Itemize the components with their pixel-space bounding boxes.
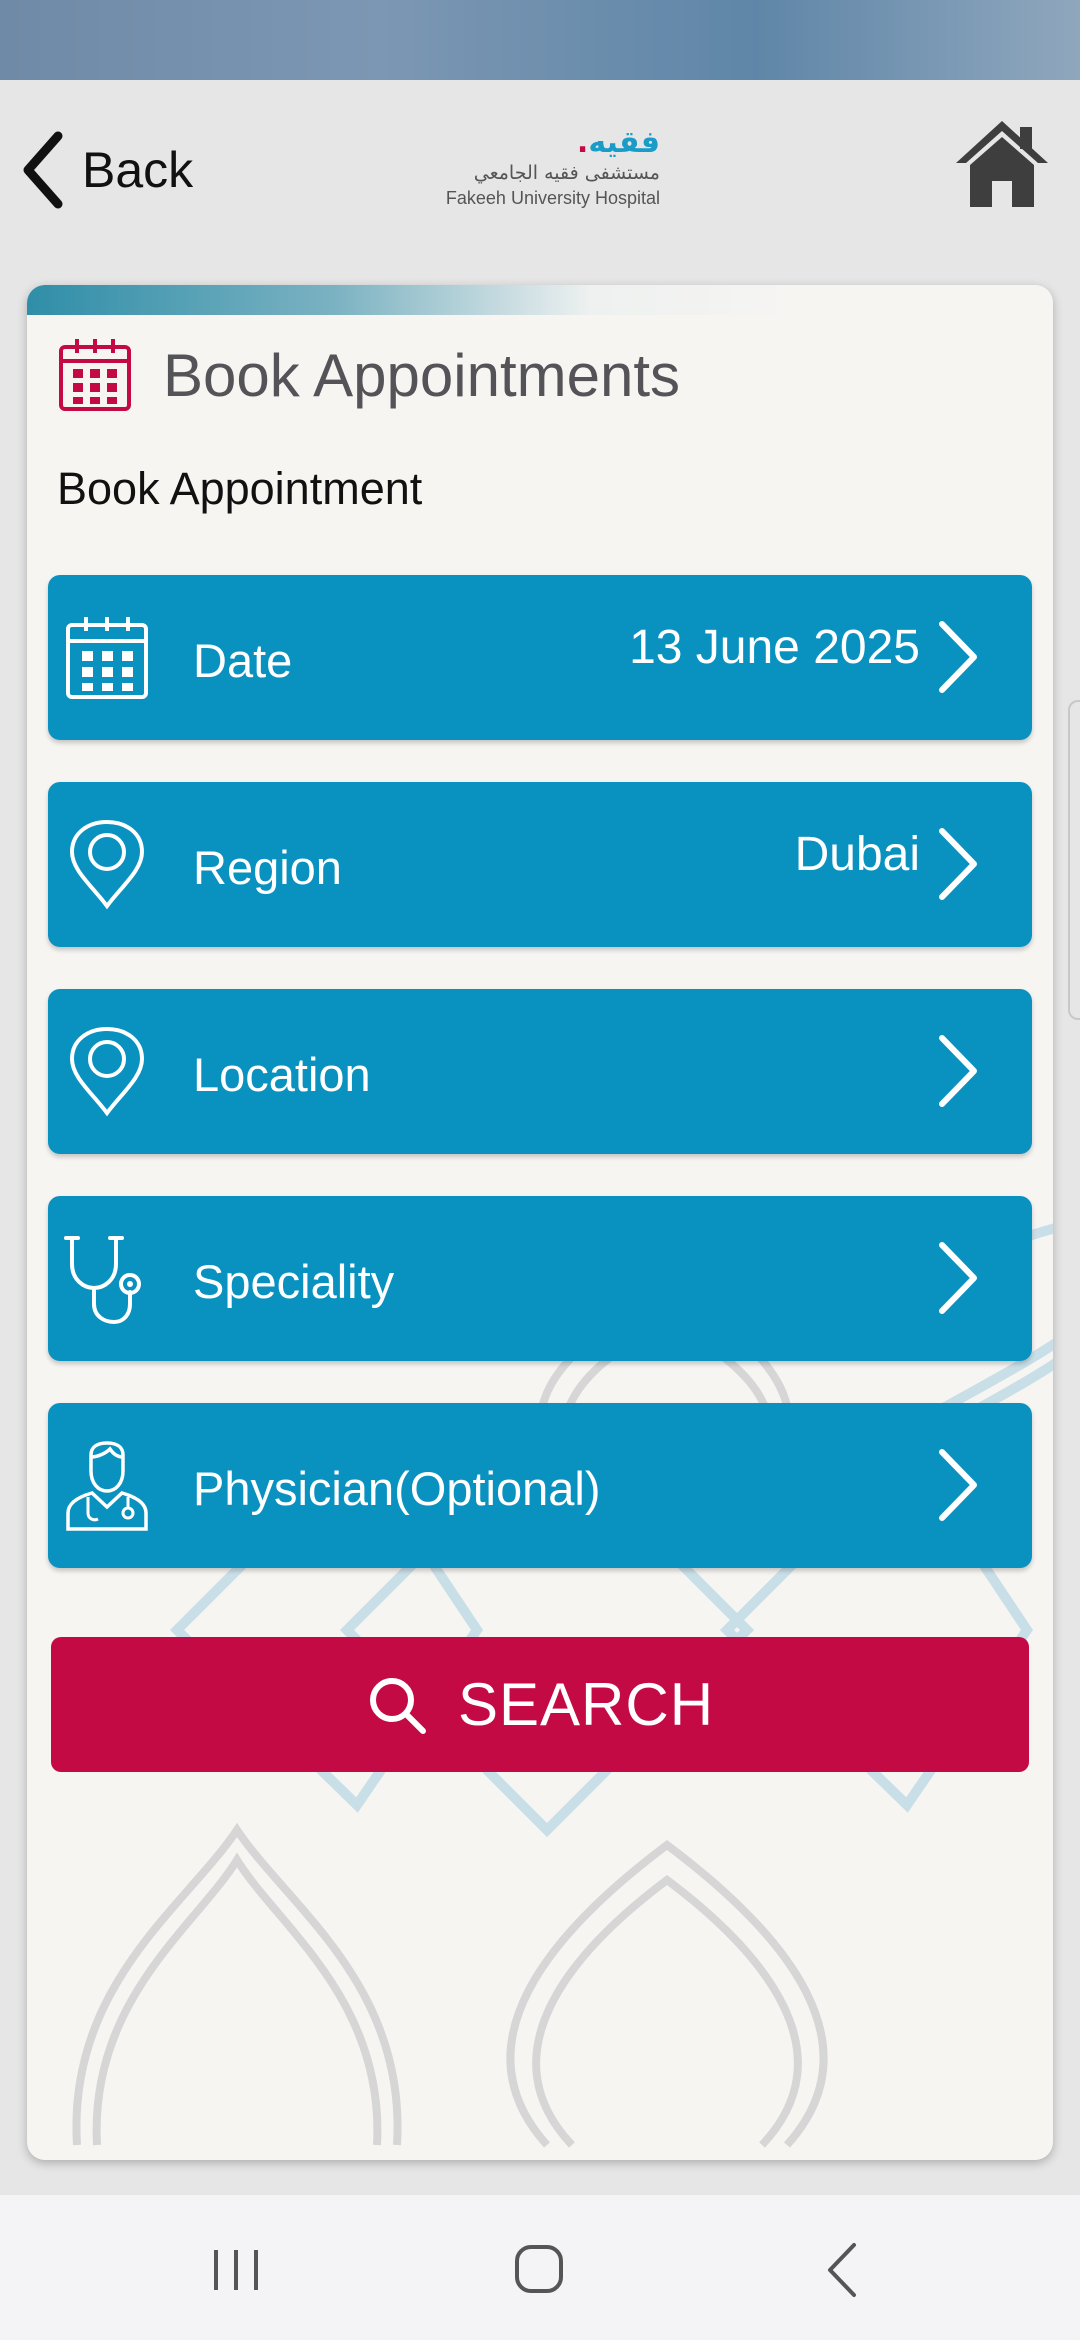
speciality-label: Speciality <box>193 1255 395 1308</box>
chevron-right-icon <box>939 621 977 693</box>
region-value: Dubai <box>794 828 920 881</box>
back-button[interactable]: Back <box>20 125 193 215</box>
logo-dot: . <box>576 125 589 160</box>
logo-brand-arabic: فقيه <box>588 125 660 160</box>
physician-selector[interactable]: Physician(Optional) <box>48 1403 1032 1568</box>
back-nav-icon[interactable] <box>802 2235 882 2305</box>
app-header: Back .فقيه مستشفى فقيه الجامعي Fakeeh Un… <box>0 80 1080 280</box>
chevron-right-icon <box>939 1035 977 1107</box>
search-icon <box>369 1677 426 1734</box>
search-button[interactable]: SEARCH <box>51 1637 1029 1772</box>
chevron-right-icon <box>939 828 977 900</box>
home-nav-icon[interactable] <box>498 2235 578 2305</box>
status-bar <box>0 0 1080 80</box>
location-label: Location <box>193 1048 371 1101</box>
location-pin-icon <box>69 1027 145 1117</box>
system-nav-bar <box>0 2195 1080 2340</box>
stethoscope-icon <box>64 1236 141 1324</box>
calendar-icon <box>66 617 148 699</box>
hospital-logo: .فقيه مستشفى فقيه الجامعي Fakeeh Univers… <box>430 118 660 218</box>
logo-name-english: Fakeeh University Hospital <box>445 188 660 208</box>
booking-card: Book Appointments Book Appointment Date … <box>27 285 1053 2160</box>
section-subtitle: Book Appointment <box>57 463 423 514</box>
scroll-handle[interactable] <box>1068 700 1080 1020</box>
back-chevron-icon <box>23 131 63 209</box>
doctor-icon <box>66 1441 148 1531</box>
logo-name-arabic: مستشفى فقيه الجامعي <box>473 162 660 184</box>
speciality-selector[interactable]: Speciality <box>48 1196 1032 1361</box>
back-label: Back <box>82 142 194 198</box>
region-selector[interactable]: Region Dubai <box>48 782 1032 947</box>
calendar-icon <box>59 339 131 411</box>
home-icon[interactable] <box>952 115 1052 215</box>
date-label: Date <box>193 634 293 687</box>
region-label: Region <box>193 841 342 894</box>
physician-label: Physician(Optional) <box>193 1462 601 1515</box>
search-label: SEARCH <box>457 1671 715 1738</box>
chevron-right-icon <box>939 1242 977 1314</box>
chevron-right-icon <box>939 1449 977 1521</box>
location-pin-icon <box>69 820 145 910</box>
location-selector[interactable]: Location <box>48 989 1032 1154</box>
page-title: Book Appointments <box>163 341 681 409</box>
recent-apps-icon[interactable] <box>196 2235 276 2305</box>
date-selector[interactable]: Date 13 June 2025 <box>48 575 1032 740</box>
date-value: 13 June 2025 <box>629 621 920 674</box>
